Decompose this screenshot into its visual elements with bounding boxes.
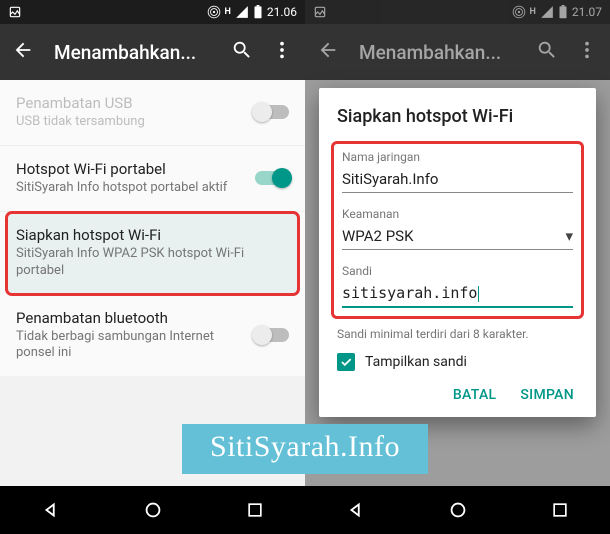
- row-title: Hotspot Wi-Fi portabel: [16, 160, 243, 178]
- location-icon: [207, 5, 221, 19]
- overflow-icon[interactable]: [271, 39, 293, 65]
- security-select[interactable]: WPA2 PSK ▾: [342, 223, 573, 250]
- field-network-name[interactable]: Nama jaringan SitiSyarah.Info: [342, 150, 573, 193]
- status-bar: H 21.06: [0, 0, 305, 24]
- show-password-label: Tampilkan sandi: [365, 354, 467, 370]
- back-icon[interactable]: [12, 39, 34, 65]
- signal-icon: [235, 5, 249, 19]
- row-wifi-hotspot[interactable]: Hotspot Wi-Fi portabel SitiSyarah Info h…: [0, 146, 305, 212]
- switch-wifi-hotspot[interactable]: [255, 171, 289, 185]
- show-password-row[interactable]: Tampilkan sandi: [337, 353, 578, 371]
- row-setup-hotspot[interactable]: Siapkan hotspot Wi-Fi SitiSyarah Info WP…: [6, 212, 299, 295]
- switch-usb: [255, 105, 289, 119]
- security-value: WPA2 PSK: [342, 227, 413, 245]
- network-type: H: [225, 7, 231, 17]
- switch-bluetooth[interactable]: [255, 328, 289, 342]
- field-label: Nama jaringan: [342, 150, 573, 164]
- row-usb-tethering: Penambatan USB USB tidak tersambung: [0, 80, 305, 146]
- screenshot-icon: [8, 5, 22, 19]
- nav-back-icon[interactable]: [40, 499, 62, 521]
- nav-home-icon[interactable]: [142, 499, 164, 521]
- row-subtitle: SitiSyarah Info hotspot portabel aktif: [16, 180, 243, 197]
- password-input[interactable]: sitisyarah.info: [342, 280, 573, 308]
- cancel-button[interactable]: BATAL: [453, 387, 497, 403]
- nav-bar: [0, 486, 305, 534]
- network-name-input[interactable]: SitiSyarah.Info: [342, 166, 573, 193]
- highlight-box: Nama jaringan SitiSyarah.Info Keamanan W…: [331, 141, 584, 319]
- chevron-down-icon: ▾: [565, 227, 573, 245]
- nav-recents-icon[interactable]: [550, 500, 570, 520]
- row-title: Penambatan USB: [16, 94, 243, 112]
- hotspot-dialog: Siapkan hotspot Wi-Fi Nama jaringan Siti…: [319, 88, 596, 417]
- nav-bar: [305, 486, 610, 534]
- row-subtitle: SitiSyarah Info WPA2 PSK hotspot Wi-Fi p…: [16, 246, 289, 280]
- password-helper: Sandi minimal terdiri dari 8 karakter.: [337, 327, 578, 341]
- row-title: Penambatan bluetooth: [16, 309, 243, 327]
- app-bar: Menambahkan...: [0, 24, 305, 80]
- battery-icon: [253, 5, 263, 19]
- dialog-actions: BATAL SIMPAN: [337, 381, 578, 409]
- search-icon[interactable]: [231, 39, 253, 65]
- save-button[interactable]: SIMPAN: [520, 387, 574, 403]
- show-password-checkbox[interactable]: [337, 353, 355, 371]
- password-value: sitisyarah.info: [342, 284, 479, 302]
- row-title: Siapkan hotspot Wi-Fi: [16, 226, 289, 244]
- nav-recents-icon[interactable]: [245, 500, 265, 520]
- clock: 21.06: [267, 5, 297, 19]
- field-label: Keamanan: [342, 207, 573, 221]
- field-label: Sandi: [342, 264, 573, 278]
- nav-home-icon[interactable]: [447, 499, 469, 521]
- watermark: SitiSyarah.Info: [182, 424, 428, 474]
- row-bluetooth-tethering[interactable]: Penambatan bluetooth Tidak berbagi sambu…: [0, 295, 305, 377]
- settings-list: Penambatan USB USB tidak tersambung Hots…: [0, 80, 305, 376]
- dialog-title: Siapkan hotspot Wi-Fi: [337, 106, 578, 127]
- row-subtitle: Tidak berbagi sambungan Internet ponsel …: [16, 329, 243, 363]
- row-subtitle: USB tidak tersambung: [16, 114, 243, 131]
- field-security[interactable]: Keamanan WPA2 PSK ▾: [342, 207, 573, 250]
- page-title: Menambahkan...: [54, 41, 211, 64]
- field-password[interactable]: Sandi sitisyarah.info: [342, 264, 573, 308]
- nav-back-icon[interactable]: [345, 499, 367, 521]
